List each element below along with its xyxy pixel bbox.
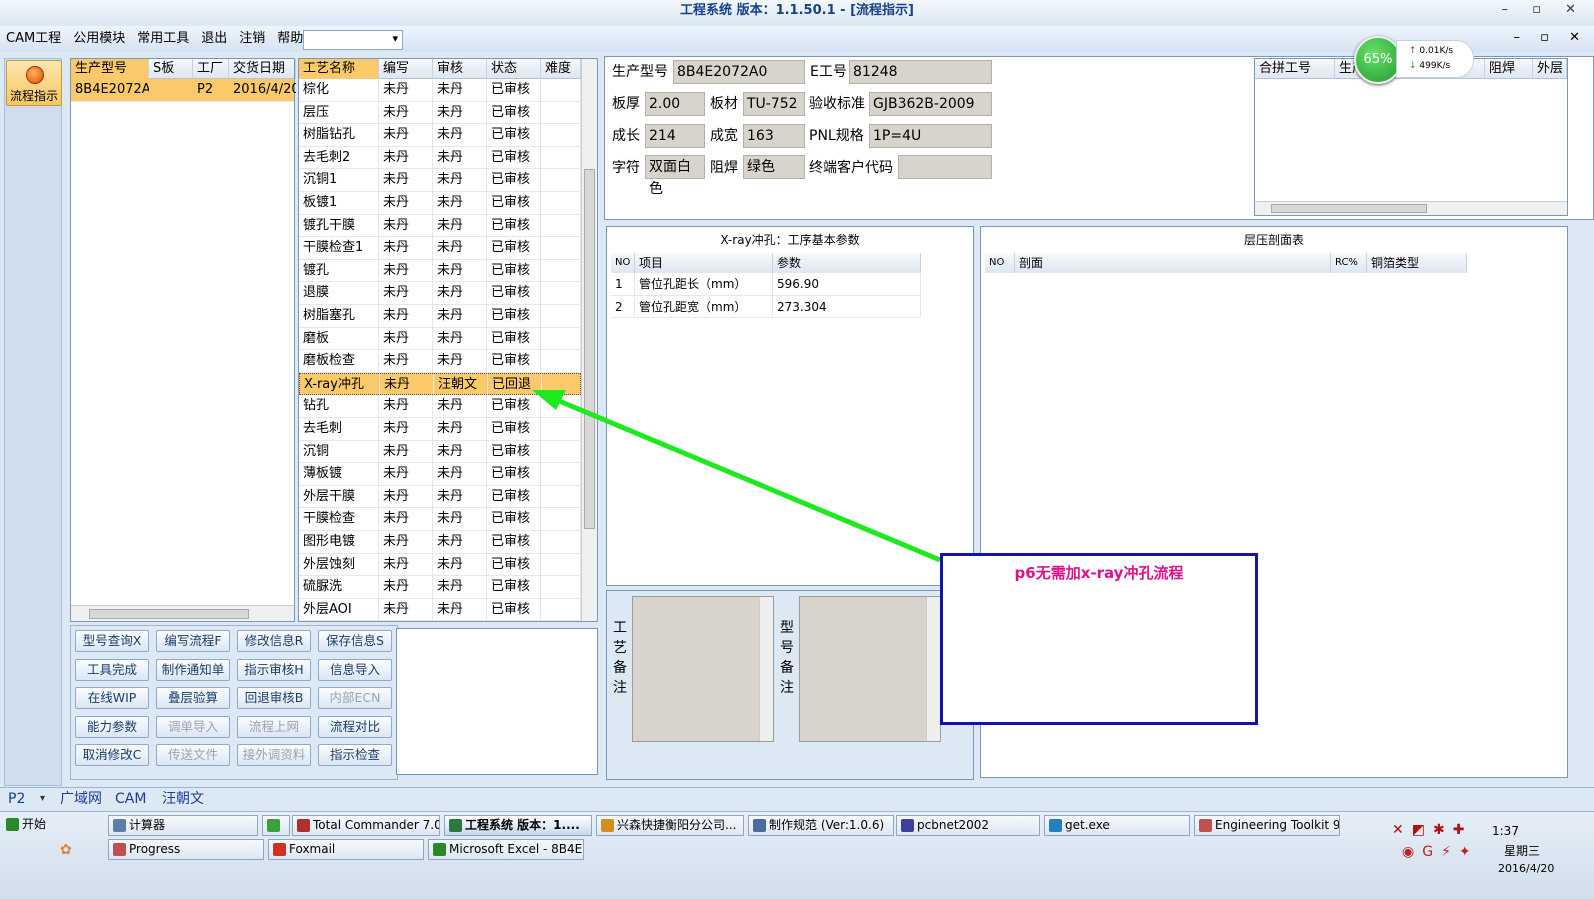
taskbar-button[interactable] — [262, 815, 290, 836]
taskbar-button[interactable]: 兴森快捷衡阳分公司... — [596, 815, 744, 836]
plant-chevron-icon[interactable]: ▾ — [40, 788, 45, 810]
clock-weekday: 星期三 — [1504, 844, 1541, 858]
system-tray: 1:37 星期三 2016/4/20 ✕◩✱✚ ◉G⚡✦ — [1362, 816, 1592, 896]
taskbar-label: 计算器 — [129, 818, 166, 832]
taskbar-button[interactable]: Microsoft Excel - 8B4E20... — [428, 839, 584, 860]
taskbar-button[interactable]: 计算器 — [108, 815, 258, 836]
taskbar-button[interactable]: pcbnet2002 — [896, 815, 1040, 836]
taskbar-button[interactable]: get.exe — [1044, 815, 1190, 836]
app-icon — [113, 819, 126, 832]
taskbar-label: pcbnet2002 — [917, 818, 990, 832]
taskbar-button[interactable]: Foxmail — [268, 839, 424, 860]
app-icon — [273, 843, 286, 856]
taskbar-label: 制作规范 (Ver:1.0.6) — [769, 818, 885, 832]
app-icon — [449, 819, 462, 832]
plant-select[interactable]: P2 — [8, 788, 25, 810]
status-user: 汪朝文 — [162, 791, 204, 807]
taskbar-label: 工程系统 版本：1.... — [465, 818, 580, 832]
taskbar-label: Engineering Toolkit 9.0... — [1215, 818, 1340, 832]
callout-arrow — [532, 390, 941, 563]
taskbar-label: Microsoft Excel - 8B4E20... — [449, 842, 583, 856]
app-icon — [1049, 819, 1062, 832]
app-icon — [433, 843, 446, 856]
status-bar: P2 ▾ 广域网 CAM 汪朝文 — [0, 787, 1594, 809]
taskbar-button[interactable]: Progress — [108, 839, 264, 860]
clock-time: 1:37 — [1492, 824, 1519, 838]
taskbar-button[interactable]: 工程系统 版本：1.... — [444, 815, 592, 836]
taskbar-label: 兴森快捷衡阳分公司... — [617, 818, 737, 832]
taskbar-label: Total Commander 7.0 ... — [313, 818, 440, 832]
status-network: 广域网 — [60, 791, 102, 807]
taskbar-label: get.exe — [1065, 818, 1110, 832]
taskbar-button[interactable]: 制作规范 (Ver:1.0.6) — [748, 815, 894, 836]
start-label: 开始 — [22, 817, 47, 831]
app-icon — [113, 843, 126, 856]
taskbar-label: Progress — [129, 842, 181, 856]
app-icon — [601, 819, 614, 832]
callout-text: p6无需加x-ray冲孔流程 — [1014, 564, 1184, 582]
taskbar-label: Foxmail — [289, 842, 336, 856]
callout-box: p6无需加x-ray冲孔流程 — [940, 553, 1258, 725]
app-icon — [267, 819, 280, 832]
apps-icon[interactable]: ✿ — [60, 842, 82, 858]
clock-date: 2016/4/20 — [1498, 862, 1555, 875]
status-module: CAM — [115, 791, 147, 807]
app-icon — [297, 819, 310, 832]
app-icon — [1199, 819, 1212, 832]
app-icon — [901, 819, 914, 832]
tray-icons-2[interactable]: ◉G⚡✦ — [1402, 844, 1479, 860]
app-icon — [753, 819, 766, 832]
taskbar-button[interactable]: Engineering Toolkit 9.0... — [1194, 815, 1340, 836]
start-button[interactable]: 开始 — [2, 815, 52, 836]
taskbar: 开始 ✿ 1:37 星期三 2016/4/20 ✕◩✱✚ ◉G⚡✦ 计算器 Tot… — [0, 811, 1594, 899]
tray-icons[interactable]: ✕◩✱✚ — [1392, 822, 1472, 838]
taskbar-button[interactable]: Total Commander 7.0 ... — [292, 815, 440, 836]
